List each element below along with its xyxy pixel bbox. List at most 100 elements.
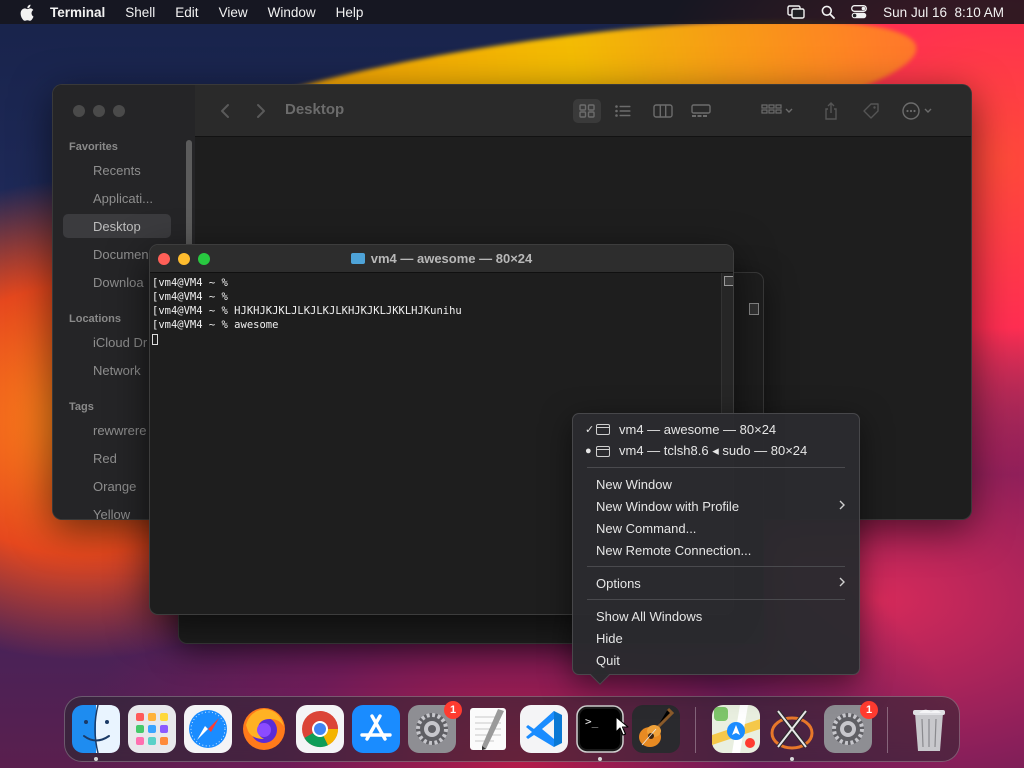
forward-chevron-icon[interactable] xyxy=(247,99,275,123)
menu-quit[interactable]: Quit xyxy=(579,649,853,671)
share-icon[interactable] xyxy=(817,99,845,123)
terminal-line: [vm4@VM4 ~ % xyxy=(152,291,235,303)
control-center-icon[interactable] xyxy=(851,5,868,19)
dock-divider xyxy=(887,707,888,753)
svg-text:>_: >_ xyxy=(585,715,599,728)
submenu-chevron-icon xyxy=(839,576,845,590)
menu-new-remote-connection[interactable]: New Remote Connection... xyxy=(579,539,853,561)
back-chevron-icon[interactable] xyxy=(211,99,239,123)
menu-window-tclsh[interactable]: ● vm4 — tclsh8.6 ◂ sudo — 80×24 xyxy=(579,440,853,462)
tag-icon[interactable] xyxy=(857,99,885,123)
menubar-clock[interactable]: Sun Jul 16 8:10 AM xyxy=(883,5,1004,20)
window-icon xyxy=(596,423,610,435)
menu-hide[interactable]: Hide xyxy=(579,627,853,649)
menu-view[interactable]: View xyxy=(219,5,248,20)
menu-item-label: New Remote Connection... xyxy=(596,542,752,558)
menu-new-window[interactable]: New Window xyxy=(579,473,853,495)
folder-icon xyxy=(350,253,365,264)
menu-separator xyxy=(587,599,845,600)
menu-item-label: vm4 — tclsh8.6 ◂ sudo — 80×24 xyxy=(619,443,808,458)
sidebar-section-tags: Tags xyxy=(69,401,94,413)
menu-app-name[interactable]: Terminal xyxy=(50,5,105,20)
menu-window[interactable]: Window xyxy=(268,5,316,20)
apple-menu-icon[interactable] xyxy=(18,3,36,21)
dock-app-store-icon[interactable] xyxy=(352,705,400,753)
dock-divider xyxy=(695,707,696,753)
menu-item-label: Hide xyxy=(596,630,623,646)
terminal-title-text: vm4 — awesome — 80×24 xyxy=(370,251,533,266)
terminal-back-scroll-marker xyxy=(749,303,759,315)
menu-options[interactable]: Options xyxy=(579,572,853,594)
dock-chrome-icon[interactable] xyxy=(296,705,344,753)
menu-item-label: New Command... xyxy=(596,520,697,536)
menu-help[interactable]: Help xyxy=(336,5,364,20)
dock-firefox-icon[interactable] xyxy=(240,705,288,753)
running-indicator xyxy=(94,757,98,761)
column-view-icon[interactable] xyxy=(649,99,677,123)
menu-separator xyxy=(587,566,845,567)
menu-item-label: Show All Windows xyxy=(596,608,703,624)
mouse-pointer-icon xyxy=(615,716,629,736)
dock-system-settings-icon[interactable]: 1 xyxy=(408,701,462,753)
finder-toolbar: Desktop xyxy=(195,85,971,137)
terminal-window-controls xyxy=(158,253,210,265)
terminal-output[interactable]: [vm4@VM4 ~ % [vm4@VM4 ~ % [vm4@VM4 ~ % H… xyxy=(150,273,733,346)
menu-separator xyxy=(587,467,845,468)
terminal-window-title: vm4 — awesome — 80×24 xyxy=(350,251,533,266)
dock-maps-icon[interactable] xyxy=(712,705,760,753)
notification-badge: 1 xyxy=(860,701,878,719)
running-indicator xyxy=(598,757,602,761)
dock-safari-icon[interactable] xyxy=(184,705,232,753)
active-dot-icon: ● xyxy=(585,445,592,457)
menu-new-command[interactable]: New Command... xyxy=(579,517,853,539)
icon-view-grid-icon[interactable] xyxy=(573,99,601,123)
menu-item-label: Options xyxy=(596,575,641,591)
terminal-minimize-button[interactable] xyxy=(178,253,190,265)
terminal-zoom-button[interactable] xyxy=(198,253,210,265)
group-by-icon[interactable] xyxy=(757,99,797,123)
screen-mirroring-icon[interactable] xyxy=(787,5,805,19)
menu-show-all-windows[interactable]: Show All Windows xyxy=(579,605,853,627)
menu-window-awesome[interactable]: ✓ vm4 — awesome — 80×24 xyxy=(579,418,853,440)
menu-item-label: vm4 — awesome — 80×24 xyxy=(619,421,777,437)
menu-shell[interactable]: Shell xyxy=(125,5,155,20)
dock-system-settings-2-icon[interactable]: 1 xyxy=(824,701,878,753)
sidebar-item-recents[interactable]: Recents xyxy=(63,158,171,182)
spotlight-search-icon[interactable] xyxy=(821,5,836,19)
finder-minimize-button[interactable] xyxy=(93,105,105,117)
finder-zoom-button[interactable] xyxy=(113,105,125,117)
finder-window-controls xyxy=(73,105,125,117)
notification-badge: 1 xyxy=(444,701,462,719)
sidebar-section-locations: Locations xyxy=(69,313,121,325)
running-indicator xyxy=(790,757,794,761)
dock: 1 >_ 1 xyxy=(64,696,960,762)
action-menu-icon[interactable] xyxy=(899,99,939,123)
finder-window-title: Desktop xyxy=(285,101,345,118)
sidebar-item-applications[interactable]: Applicati... xyxy=(63,186,171,210)
dock-vscode-icon[interactable] xyxy=(520,705,568,753)
dock-textedit-icon[interactable] xyxy=(464,705,512,753)
sidebar-section-favorites: Favorites xyxy=(69,141,118,153)
terminal-close-button[interactable] xyxy=(158,253,170,265)
dock-xquartz-icon[interactable] xyxy=(768,705,816,761)
gallery-view-icon[interactable] xyxy=(687,99,715,123)
window-icon xyxy=(596,445,610,457)
terminal-titlebar[interactable]: vm4 — awesome — 80×24 xyxy=(150,245,733,273)
dock-launchpad-icon[interactable] xyxy=(128,705,176,753)
dock-finder-icon[interactable] xyxy=(72,705,120,761)
terminal-line: [vm4@VM4 ~ % HJKHJKJKLJLKJLKJLKHJKJKLJKK… xyxy=(152,305,462,317)
finder-close-button[interactable] xyxy=(73,105,85,117)
menu-bar: Terminal Shell Edit View Window Help Sun… xyxy=(0,0,1024,24)
menu-item-label: New Window xyxy=(596,476,672,492)
checkmark-icon: ✓ xyxy=(585,423,595,436)
terminal-cursor xyxy=(152,334,158,345)
dock-garageband-icon[interactable] xyxy=(632,705,680,753)
menu-new-window-with-profile[interactable]: New Window with Profile xyxy=(579,495,853,517)
dock-trash-icon[interactable] xyxy=(905,705,953,753)
menu-edit[interactable]: Edit xyxy=(175,5,198,20)
list-view-icon[interactable] xyxy=(609,99,637,123)
menu-item-label: New Window with Profile xyxy=(596,498,740,514)
terminal-line: [vm4@VM4 ~ % xyxy=(152,277,235,289)
terminal-dock-menu: ✓ vm4 — awesome — 80×24 ● vm4 — tclsh8.6… xyxy=(572,413,860,685)
sidebar-item-desktop[interactable]: Desktop xyxy=(63,214,171,238)
